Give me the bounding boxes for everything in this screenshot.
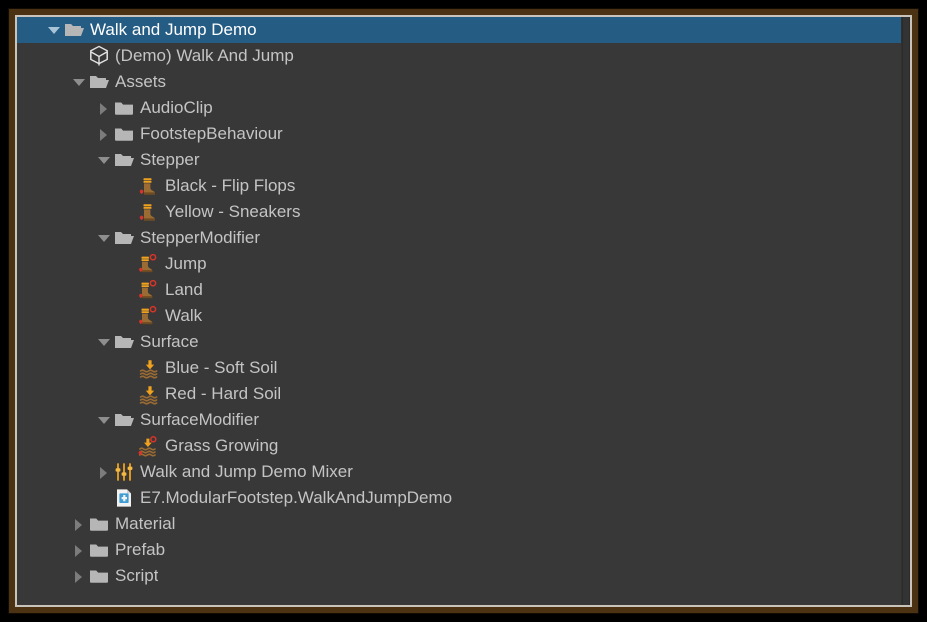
tree-row-label: Walk and Jump Demo bbox=[90, 20, 257, 39]
assembly-definition-icon bbox=[113, 487, 135, 509]
folder-open-icon bbox=[63, 19, 85, 41]
tree-row-label: Assets bbox=[115, 72, 167, 91]
window-frame: Walk and Jump Demo (Demo) Walk And Jump As… bbox=[8, 8, 919, 614]
window-bevel: Walk and Jump Demo (Demo) Walk And Jump As… bbox=[15, 15, 912, 607]
stepper-modifier-icon bbox=[138, 305, 160, 327]
stepper-modifier-icon bbox=[138, 253, 160, 275]
tree-row[interactable]: Black - Flip Flops bbox=[17, 173, 901, 199]
tree-row-label: (Demo) Walk And Jump bbox=[115, 46, 294, 65]
tree-row[interactable]: Blue - Soft Soil bbox=[17, 355, 901, 381]
tree-row[interactable]: FootstepBehaviour bbox=[17, 121, 901, 147]
tree-row-label: Surface bbox=[140, 332, 199, 351]
folder-open-icon bbox=[113, 409, 135, 431]
folder-open-icon bbox=[113, 149, 135, 171]
folder-closed-icon bbox=[88, 565, 110, 587]
tree-row-label: Script bbox=[115, 566, 159, 585]
vertical-scrollbar-thumb[interactable] bbox=[903, 17, 909, 605]
tree-row[interactable]: Walk and Jump Demo bbox=[17, 17, 901, 43]
folder-open-icon bbox=[113, 331, 135, 353]
tree-row[interactable]: Prefab bbox=[17, 537, 901, 563]
tree-row[interactable]: Walk and Jump Demo Mixer bbox=[17, 459, 901, 485]
chevron-right-icon[interactable] bbox=[95, 459, 113, 485]
tree-row-label: E7.ModularFootstep.WalkAndJumpDemo bbox=[140, 488, 453, 507]
stepper-boot-icon bbox=[138, 201, 160, 223]
chevron-right-icon[interactable] bbox=[70, 563, 88, 589]
chevron-down-icon[interactable] bbox=[95, 147, 113, 173]
tree-row-label: StepperModifier bbox=[140, 228, 261, 247]
chevron-down-icon[interactable] bbox=[95, 225, 113, 251]
tree-row-label: Blue - Soft Soil bbox=[165, 358, 278, 377]
folder-closed-icon bbox=[88, 539, 110, 561]
tree-row-label: Walk and Jump Demo Mixer bbox=[140, 462, 353, 481]
tree-row-label: SurfaceModifier bbox=[140, 410, 260, 429]
unity-scene-icon bbox=[88, 45, 110, 67]
tree-row[interactable]: Surface bbox=[17, 329, 901, 355]
tree-row[interactable]: StepperModifier bbox=[17, 225, 901, 251]
tree-row[interactable]: Assets bbox=[17, 69, 901, 95]
folder-closed-icon bbox=[113, 123, 135, 145]
stepper-modifier-icon bbox=[138, 279, 160, 301]
tree-row[interactable]: Walk bbox=[17, 303, 901, 329]
tree-row-label: FootstepBehaviour bbox=[140, 124, 283, 143]
tree-row-label: Prefab bbox=[115, 540, 166, 559]
tree-row[interactable]: Grass Growing bbox=[17, 433, 901, 459]
tree-row[interactable]: Land bbox=[17, 277, 901, 303]
folder-open-icon bbox=[88, 71, 110, 93]
folder-open-icon bbox=[113, 227, 135, 249]
chevron-right-icon[interactable] bbox=[70, 511, 88, 537]
chevron-down-icon[interactable] bbox=[95, 407, 113, 433]
tree-row[interactable]: Script bbox=[17, 563, 901, 589]
tree-row[interactable]: Yellow - Sneakers bbox=[17, 199, 901, 225]
chevron-right-icon[interactable] bbox=[70, 537, 88, 563]
folder-closed-icon bbox=[113, 97, 135, 119]
surface-modifier-icon bbox=[138, 435, 160, 457]
project-tree-panel[interactable]: Walk and Jump Demo (Demo) Walk And Jump As… bbox=[17, 17, 910, 605]
tree-row[interactable]: Material bbox=[17, 511, 901, 537]
tree-row-label: Black - Flip Flops bbox=[165, 176, 296, 195]
audio-mixer-icon bbox=[113, 461, 135, 483]
tree-row[interactable]: (Demo) Walk And Jump bbox=[17, 43, 901, 69]
tree-row[interactable]: Red - Hard Soil bbox=[17, 381, 901, 407]
chevron-down-icon[interactable] bbox=[70, 69, 88, 95]
tree-row-label: Yellow - Sneakers bbox=[165, 202, 301, 221]
folder-closed-icon bbox=[88, 513, 110, 535]
surface-icon bbox=[138, 357, 160, 379]
chevron-right-icon[interactable] bbox=[95, 95, 113, 121]
surface-icon bbox=[138, 383, 160, 405]
tree-row-label: Material bbox=[115, 514, 176, 533]
tree-row-label: Grass Growing bbox=[165, 436, 279, 455]
tree-row[interactable]: SurfaceModifier bbox=[17, 407, 901, 433]
tree-row[interactable]: Jump bbox=[17, 251, 901, 277]
tree-row-label: Land bbox=[165, 280, 203, 299]
tree-row[interactable]: Stepper bbox=[17, 147, 901, 173]
stepper-boot-icon bbox=[138, 175, 160, 197]
tree-row[interactable]: AudioClip bbox=[17, 95, 901, 121]
tree-row-label: Jump bbox=[165, 254, 207, 273]
tree-row-label: Walk bbox=[165, 306, 203, 325]
chevron-right-icon[interactable] bbox=[95, 121, 113, 147]
tree-row-list: Walk and Jump Demo (Demo) Walk And Jump As… bbox=[17, 17, 901, 589]
tree-row-label: Stepper bbox=[140, 150, 200, 169]
chevron-down-icon[interactable] bbox=[45, 17, 63, 43]
tree-row-label: Red - Hard Soil bbox=[165, 384, 282, 403]
tree-row[interactable]: E7.ModularFootstep.WalkAndJumpDemo bbox=[17, 485, 901, 511]
chevron-down-icon[interactable] bbox=[95, 329, 113, 355]
tree-row-label: AudioClip bbox=[140, 98, 213, 117]
vertical-scrollbar[interactable] bbox=[901, 17, 910, 605]
